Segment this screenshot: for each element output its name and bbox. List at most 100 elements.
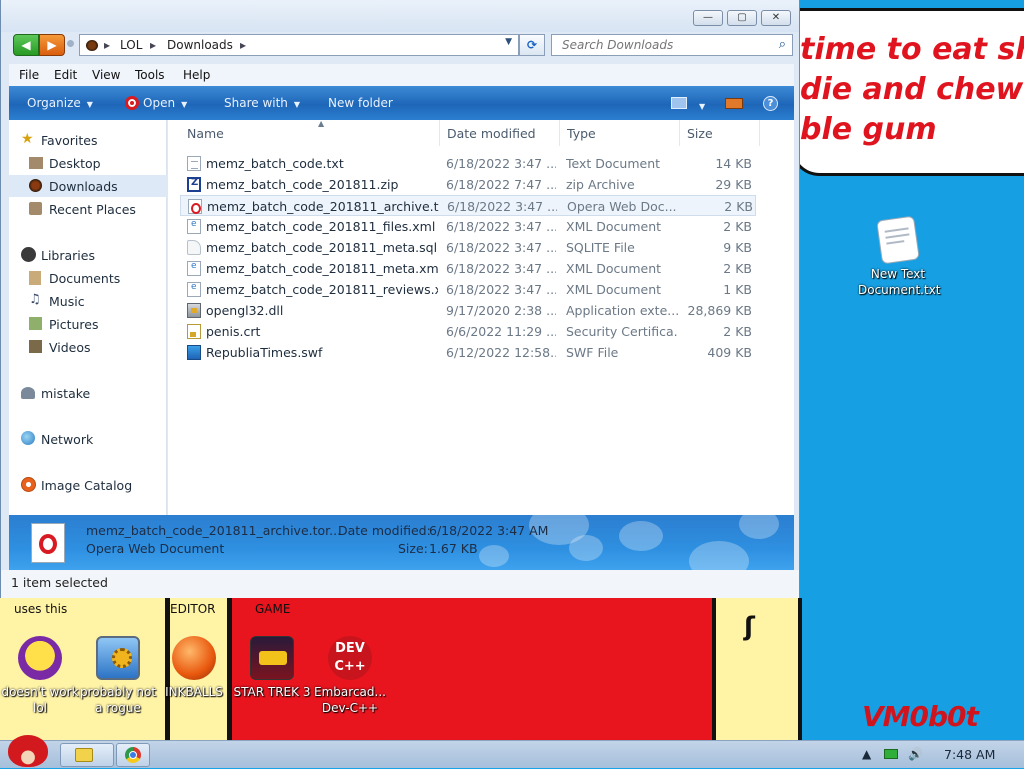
volume-icon[interactable]: 🔊: [908, 747, 923, 761]
desktop-icon-new-text-document[interactable]: New Text Document.txt: [858, 215, 941, 298]
file-type: XML Document: [566, 282, 662, 297]
file-name: memz_batch_code_201811_meta.xml: [206, 261, 438, 276]
menu-tools[interactable]: Tools: [135, 68, 165, 82]
recent-pages-dropdown[interactable]: [67, 40, 74, 47]
desktop-icon-label: probably not a rogue: [79, 685, 157, 715]
column-header-size[interactable]: Size: [680, 120, 760, 146]
nav-recent-places[interactable]: Recent Places: [9, 198, 167, 220]
network-status-icon[interactable]: [884, 749, 898, 759]
file-row[interactable]: penis.crt 6/6/2022 11:29 ... Security Ce…: [180, 321, 756, 342]
menu-file[interactable]: File: [19, 68, 39, 82]
wallpaper-speech-text: time to eat shit die and chew ble gum: [800, 32, 1024, 147]
wallpaper-signature: VM0b0t: [862, 700, 979, 733]
new-folder-button[interactable]: New folder: [328, 96, 393, 110]
nav-music[interactable]: ♫ Music: [9, 290, 167, 312]
file-row[interactable]: memz_batch_code_201811_meta.sqlite 6/18/…: [180, 237, 756, 258]
nav-libraries[interactable]: Libraries: [9, 244, 167, 266]
file-row[interactable]: RepubliaTimes.swf 6/12/2022 12:58... SWF…: [180, 342, 756, 363]
desktop-icon-probably-not-a-rogue[interactable]: probably not a rogue: [78, 636, 158, 716]
certificate-file-icon: [187, 324, 201, 339]
desktop-icon-star-trek[interactable]: STAR TREK 3: [232, 636, 312, 700]
taskbar: ▲ 🔊 7:48 AM: [0, 735, 1024, 768]
dev-cpp-logo-text: DEV C++: [334, 641, 366, 674]
desktop-icon-inkballs[interactable]: INKBALLS: [154, 636, 234, 700]
details-size-value: 1.67 KB: [429, 541, 478, 556]
address-bar[interactable]: ▸ LOL ▸ Downloads ▸ ▼: [79, 34, 519, 56]
details-file-type: Opera Web Document: [86, 541, 225, 556]
change-view-icon[interactable]: [671, 97, 687, 109]
system-clock[interactable]: 7:48 AM: [944, 747, 995, 762]
share-with-button[interactable]: Share with ▼: [224, 96, 300, 110]
menu-help[interactable]: Help: [183, 68, 210, 82]
nav-videos[interactable]: Videos: [9, 336, 167, 358]
nav-favorites[interactable]: ★ Favorites: [9, 129, 167, 151]
open-button[interactable]: Open ▼: [125, 96, 187, 110]
nav-pictures[interactable]: Pictures: [9, 313, 167, 335]
close-button[interactable]: ✕: [761, 10, 791, 26]
nav-music-label: Music: [49, 294, 85, 309]
start-button[interactable]: [4, 731, 52, 769]
xml-file-icon: [187, 219, 201, 234]
search-input[interactable]: [560, 36, 770, 54]
downloads-folder-icon: [29, 179, 42, 192]
file-row-selected[interactable]: memz_batch_code_201811_archive.to... 6/1…: [180, 195, 756, 216]
chevron-down-icon[interactable]: ▼: [505, 37, 512, 47]
wallpaper-label-game: GAME: [255, 602, 291, 616]
window-titlebar[interactable]: — ▢ ✕: [1, 0, 799, 32]
breadcrumb-lol[interactable]: LOL: [120, 38, 142, 52]
column-header-date[interactable]: Date modified: [440, 120, 560, 146]
menu-edit[interactable]: Edit: [54, 68, 77, 82]
file-row[interactable]: memz_batch_code_201811.zip 6/18/2022 7:4…: [180, 174, 756, 195]
nav-downloads[interactable]: Downloads: [9, 175, 167, 197]
forward-button[interactable]: ▶: [39, 34, 65, 56]
file-date: 6/12/2022 12:58...: [446, 345, 556, 360]
decorative-bubble: [619, 521, 663, 551]
decorative-bubble: [689, 541, 749, 570]
taskbar-chrome-button[interactable]: [116, 743, 150, 767]
column-header-name[interactable]: Name ▲: [180, 119, 440, 146]
chevron-down-icon[interactable]: ▼: [693, 98, 705, 112]
maximize-button[interactable]: ▢: [727, 10, 757, 26]
search-icon[interactable]: ⌕: [779, 37, 786, 52]
nav-mistake[interactable]: mistake: [9, 382, 167, 404]
minimize-button[interactable]: —: [693, 10, 723, 26]
file-name: RepubliaTimes.swf: [206, 345, 323, 360]
file-row[interactable]: memz_batch_code_201811_files.xml 6/18/20…: [180, 216, 756, 237]
file-type: SQLITE File: [566, 240, 635, 255]
desktop-icon-label: STAR TREK 3: [233, 685, 311, 699]
column-header-date-label: Date modified: [447, 126, 536, 141]
organize-button[interactable]: Organize ▼: [27, 96, 93, 110]
desktop-icon-dev-cpp[interactable]: DEV C++ Embarcad... Dev-C++: [310, 636, 390, 716]
back-button[interactable]: ◀: [13, 34, 39, 56]
file-row[interactable]: memz_batch_code_201811_reviews.xml 6/18/…: [180, 279, 756, 300]
file-row[interactable]: memz_batch_code_201811_meta.xml 6/18/202…: [180, 258, 756, 279]
chevron-down-icon: ▼: [86, 100, 93, 109]
preview-pane-icon[interactable]: [725, 98, 743, 109]
file-name: penis.crt: [206, 324, 261, 339]
nav-network[interactable]: Network: [9, 428, 167, 450]
file-name: memz_batch_code_201811_reviews.xml: [206, 282, 438, 297]
dev-cpp-icon: DEV C++: [328, 636, 372, 680]
file-type: Application exte...: [566, 303, 678, 318]
file-name: memz_batch_code_201811_meta.sqlite: [206, 240, 438, 255]
refresh-button[interactable]: ⟳: [519, 34, 545, 56]
file-row[interactable]: opengl32.dll 9/17/2020 2:38 ... Applicat…: [180, 300, 756, 321]
nav-documents[interactable]: Documents: [9, 267, 167, 289]
file-type: Text Document: [566, 156, 661, 171]
taskbar-explorer-button[interactable]: [60, 743, 114, 767]
search-box[interactable]: ⌕: [551, 34, 793, 56]
details-date-label: Date modified:: [338, 523, 431, 538]
file-row[interactable]: memz_batch_code.txt 6/18/2022 3:47 ... T…: [180, 153, 756, 174]
nav-recent-places-label: Recent Places: [49, 202, 136, 217]
column-header-type[interactable]: Type: [560, 120, 680, 146]
file-size: 2 KB: [723, 324, 752, 339]
nav-desktop[interactable]: Desktop: [9, 152, 167, 174]
show-hidden-icons-button[interactable]: ▲: [862, 747, 871, 761]
nav-image-catalog[interactable]: Image Catalog: [9, 474, 167, 496]
help-icon[interactable]: ?: [763, 96, 778, 111]
menu-view[interactable]: View: [92, 68, 120, 82]
file-date: 6/18/2022 3:47 ...: [446, 261, 556, 276]
desktop-icon-yahoo[interactable]: doesn't work lol: [0, 636, 80, 716]
breadcrumb-downloads[interactable]: Downloads: [167, 38, 233, 52]
file-type: zip Archive: [566, 177, 635, 192]
